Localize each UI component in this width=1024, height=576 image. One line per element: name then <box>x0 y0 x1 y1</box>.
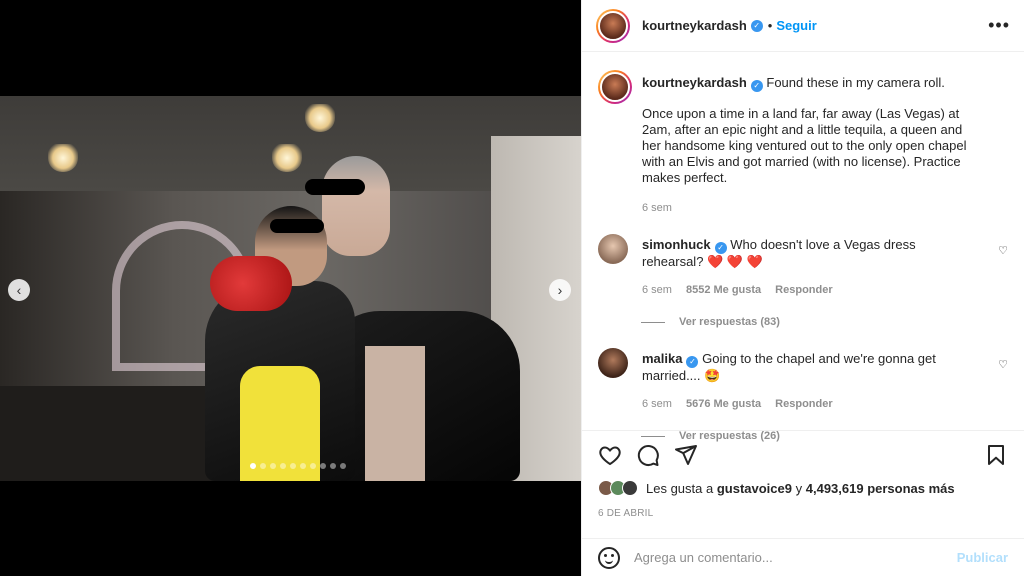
carousel-next-button[interactable]: › <box>549 279 571 301</box>
likes-connector: y <box>795 480 803 496</box>
caption: kourtneykardash ✓ Found these in my camer… <box>598 70 1008 216</box>
carousel-dot <box>250 463 256 469</box>
comment-input[interactable] <box>634 550 957 565</box>
avatar[interactable] <box>598 234 628 264</box>
emoji-smiley-icon[interactable] <box>598 546 620 569</box>
photo-chandelier <box>272 144 302 172</box>
avatar[interactable] <box>598 70 632 104</box>
likes-count[interactable]: 4,493,619 personas más <box>806 481 955 496</box>
carousel-dot <box>340 463 346 469</box>
verified-badge-icon: ✓ <box>714 242 727 254</box>
comment-likes[interactable]: 5676 Me gusta <box>686 396 761 412</box>
photo-chandelier <box>48 144 78 172</box>
liker-avatars <box>598 480 638 496</box>
carousel-dot <box>300 463 306 469</box>
avatar[interactable] <box>598 348 628 378</box>
likes-user[interactable]: gustavoice9 <box>717 481 792 496</box>
add-comment-bar: Publicar <box>582 538 1024 576</box>
caption-line1: Found these in my camera roll. <box>766 75 945 90</box>
replies-divider <box>641 321 665 323</box>
comment-time[interactable]: 6 sem <box>642 396 672 412</box>
post-photo[interactable] <box>0 96 581 481</box>
more-options-icon[interactable]: ••• <box>988 15 1010 36</box>
reply-button[interactable]: Responder <box>775 282 832 298</box>
caption-body: Once upon a time in a land far, far away… <box>642 106 967 185</box>
like-heart-icon[interactable] <box>598 443 622 467</box>
photo-sunglasses <box>270 219 324 233</box>
likes-prefix: Les gusta a <box>646 480 714 496</box>
save-bookmark-icon[interactable] <box>984 443 1008 467</box>
star-eyes-emoji: 🤩 <box>704 368 721 383</box>
photo-man-torso <box>365 346 425 481</box>
post-media: ‹ › <box>0 0 581 576</box>
carousel-dot <box>320 463 326 469</box>
follow-button[interactable]: Seguir <box>776 18 816 33</box>
photo-sunglasses <box>305 179 365 195</box>
comment-text: Going to the chapel and we're gonna get … <box>642 351 936 383</box>
carousel-dot <box>290 463 296 469</box>
comment-username[interactable]: simonhuck <box>642 237 711 252</box>
view-replies-label: Ver respuestas (83) <box>679 316 780 328</box>
carousel-dots <box>250 463 346 469</box>
share-paper-plane-icon[interactable] <box>674 443 698 467</box>
comment-bubble-icon[interactable] <box>636 443 660 467</box>
heart-emoji: ❤️ ❤️ ❤️ <box>707 254 763 269</box>
post-date[interactable]: 6 DE ABRIL <box>598 508 653 519</box>
header-separator: • <box>767 18 773 33</box>
photo-rose-bouquet <box>210 256 292 311</box>
like-comment-heart-icon[interactable]: ♡ <box>998 358 1008 371</box>
view-replies-button[interactable]: Ver respuestas (83) <box>641 316 1008 328</box>
carousel-dot <box>270 463 276 469</box>
verified-badge-icon: ✓ <box>750 80 763 92</box>
carousel-dot <box>260 463 266 469</box>
verified-badge-icon: ✓ <box>686 356 699 368</box>
carousel-dot <box>310 463 316 469</box>
carousel-prev-button[interactable]: ‹ <box>8 279 30 301</box>
comment-likes[interactable]: 8552 Me gusta <box>686 282 761 298</box>
post-panel: kourtneykardash ✓ • Seguir ••• kourtneyk… <box>581 0 1024 576</box>
avatar <box>622 480 638 496</box>
photo-man-head <box>322 156 390 256</box>
header-username[interactable]: kourtneykardash <box>642 18 747 33</box>
likes-summary: Les gusta a gustavoice9 y 4,493,619 pers… <box>598 480 955 496</box>
post-actions <box>582 430 1024 478</box>
comment-time[interactable]: 6 sem <box>642 282 672 298</box>
caption-time[interactable]: 6 sem <box>642 200 672 216</box>
comment: malika ✓ Going to the chapel and we're go… <box>598 348 1008 412</box>
post-header: kourtneykardash ✓ • Seguir ••• <box>582 0 1024 52</box>
reply-button[interactable]: Responder <box>775 396 832 412</box>
carousel-dot <box>330 463 336 469</box>
photo-chandelier <box>305 104 335 132</box>
verified-badge-icon: ✓ <box>750 19 763 32</box>
avatar[interactable] <box>596 8 630 43</box>
caption-username[interactable]: kourtneykardash <box>642 75 747 90</box>
comment-username[interactable]: malika <box>642 351 682 366</box>
like-comment-heart-icon[interactable]: ♡ <box>998 244 1008 257</box>
comments-section[interactable]: kourtneykardash ✓ Found these in my camer… <box>582 52 1024 442</box>
comment: simonhuck ✓ Who doesn't love a Vegas dres… <box>598 234 1008 298</box>
publish-button[interactable]: Publicar <box>957 550 1008 565</box>
carousel-dot <box>280 463 286 469</box>
